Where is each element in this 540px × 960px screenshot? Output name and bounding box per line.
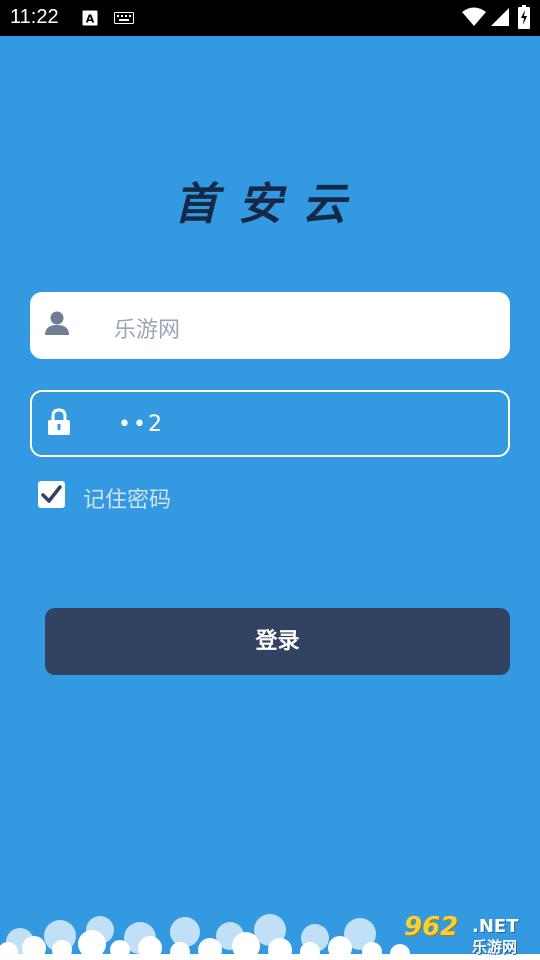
password-field[interactable]: ••2 bbox=[30, 390, 510, 457]
watermark-site-name: 乐游网 bbox=[472, 938, 518, 956]
watermark-number: 962 bbox=[404, 912, 459, 942]
username-field[interactable]: 乐游网 bbox=[30, 292, 510, 359]
app-title: 首安云 bbox=[174, 179, 366, 230]
status-bar: 11:22 A bbox=[0, 0, 540, 36]
login-screen: 11:22 A 首安云 乐游网 ••2 记住密码 登录 962 .NET 乐游网 bbox=[0, 0, 540, 960]
user-icon bbox=[45, 311, 69, 335]
signal-icon bbox=[491, 8, 509, 26]
status-time: 11:22 bbox=[10, 6, 59, 28]
wifi-icon bbox=[462, 7, 486, 26]
watermark-suffix: .NET bbox=[472, 916, 519, 937]
battery-charging-icon bbox=[518, 5, 530, 29]
a-font-icon: A bbox=[82, 10, 98, 26]
svg-text:A: A bbox=[86, 13, 95, 26]
remember-checkbox[interactable] bbox=[38, 481, 65, 508]
login-button[interactable]: 登录 bbox=[45, 608, 510, 675]
lock-icon bbox=[48, 408, 70, 435]
username-input[interactable]: 乐游网 bbox=[114, 312, 180, 344]
password-input[interactable]: ••2 bbox=[118, 412, 164, 437]
keyboard-icon bbox=[114, 12, 134, 24]
remember-label: 记住密码 bbox=[83, 488, 172, 513]
watermark: 962 .NET 乐游网 bbox=[398, 910, 536, 958]
checkmark-icon bbox=[41, 485, 62, 503]
